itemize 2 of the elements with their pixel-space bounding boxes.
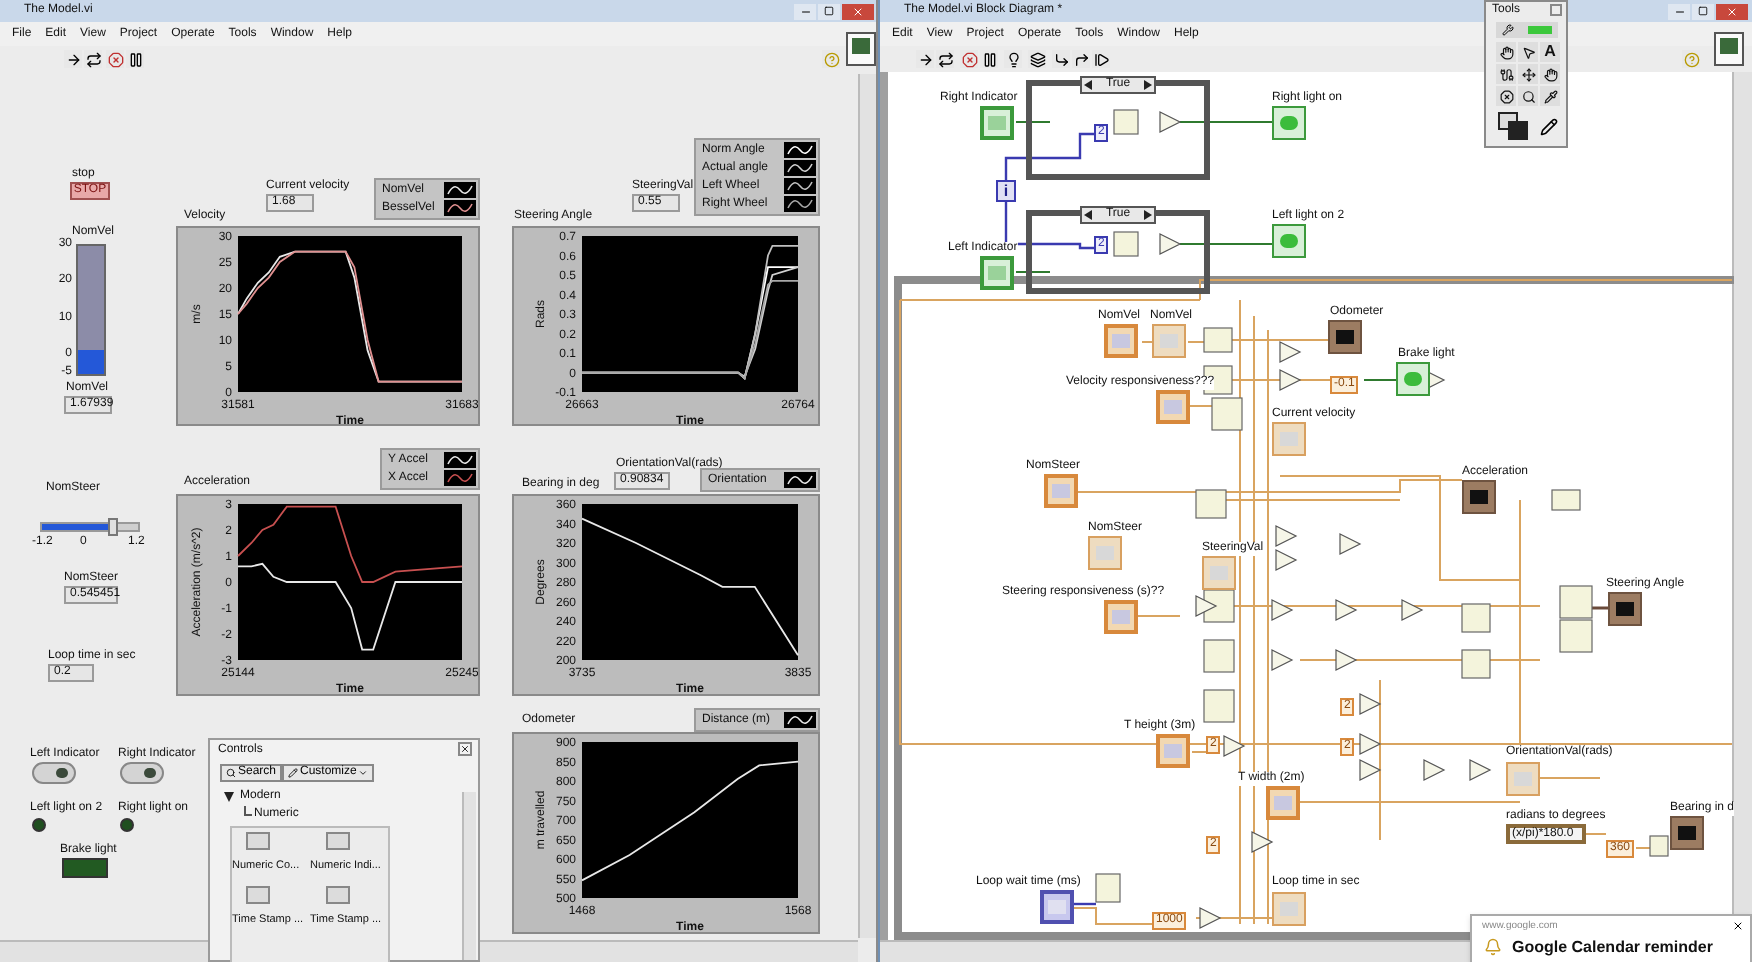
iteration-terminal: i — [996, 180, 1016, 202]
notification-title: Google Calendar reminder — [1512, 938, 1713, 956]
